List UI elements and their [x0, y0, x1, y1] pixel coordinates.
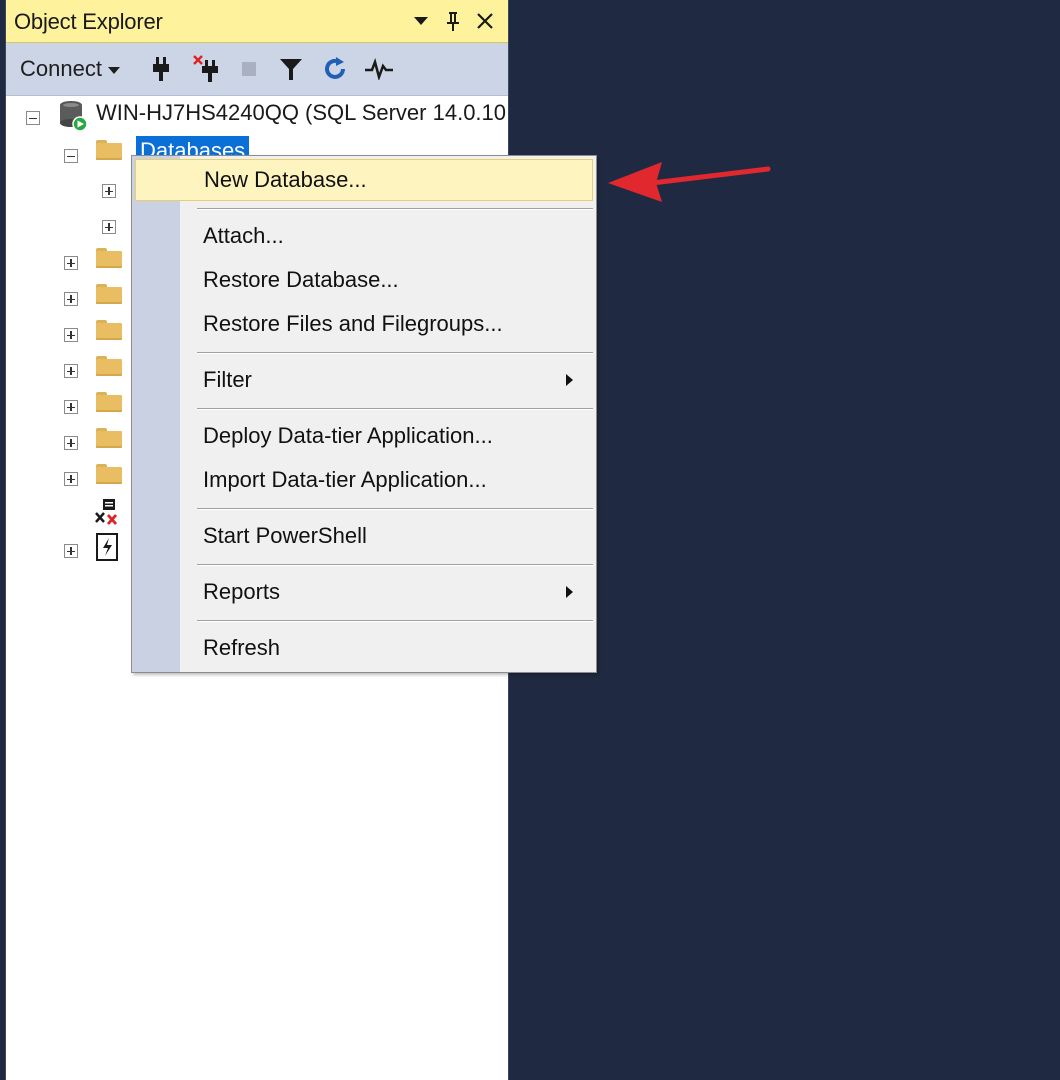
- object-explorer-toolbar: Connect: [6, 43, 508, 96]
- menu-item-label: Deploy Data-tier Application...: [203, 423, 493, 448]
- panel-title: Object Explorer: [14, 9, 163, 34]
- submenu-arrow-icon: [566, 374, 573, 386]
- plug-icon: [153, 57, 169, 81]
- expand-toggle[interactable]: [64, 472, 78, 486]
- filter-button[interactable]: [276, 54, 306, 84]
- triangle-down-icon: [414, 17, 428, 25]
- expand-toggle[interactable]: [102, 184, 116, 198]
- xevent-profiler-icon: [96, 533, 118, 561]
- connect-label: Connect: [20, 56, 102, 81]
- disconnect-plug-icon: [193, 55, 218, 82]
- activity-monitor-icon: [365, 58, 393, 80]
- expand-toggle[interactable]: [64, 292, 78, 306]
- folder-icon: [96, 320, 122, 340]
- annotation-arrow-icon: [608, 162, 771, 202]
- menu-item-label: Import Data-tier Application...: [203, 467, 487, 492]
- menu-separator: [197, 352, 593, 354]
- window-options-button[interactable]: [408, 6, 434, 36]
- menu-item-refresh[interactable]: Refresh: [135, 627, 593, 669]
- menu-item-label: Restore Database...: [203, 267, 399, 292]
- expand-toggle[interactable]: [64, 544, 78, 558]
- sql-agent-stopped-icon: [95, 499, 118, 525]
- menu-item-restore-database[interactable]: Restore Database...: [135, 259, 593, 301]
- stop-button[interactable]: [234, 54, 264, 84]
- folder-icon: [96, 248, 122, 268]
- databases-collapse-toggle[interactable]: [64, 149, 78, 163]
- menu-item-label: Attach...: [203, 223, 284, 248]
- menu-separator: [197, 508, 593, 510]
- activity-monitor-button[interactable]: [364, 54, 394, 84]
- menu-separator: [197, 208, 593, 210]
- menu-item-restore-files-filegroups[interactable]: Restore Files and Filegroups...: [135, 303, 593, 345]
- folder-icon: [96, 428, 122, 448]
- refresh-icon: [325, 57, 345, 79]
- menu-item-filter[interactable]: Filter: [135, 359, 593, 401]
- folder-icon: [96, 392, 122, 412]
- stop-icon: [242, 62, 256, 76]
- chevron-down-icon: [107, 66, 120, 74]
- menu-item-deploy-data-tier[interactable]: Deploy Data-tier Application...: [135, 415, 593, 457]
- menu-item-new-database[interactable]: New Database...: [135, 159, 593, 201]
- menu-item-label: Filter: [203, 367, 252, 392]
- menu-separator: [197, 408, 593, 410]
- expand-toggle[interactable]: [64, 436, 78, 450]
- expand-toggle[interactable]: [64, 256, 78, 270]
- close-button[interactable]: [472, 6, 498, 36]
- menu-item-start-powershell[interactable]: Start PowerShell: [135, 515, 593, 557]
- expand-toggle[interactable]: [102, 220, 116, 234]
- expand-toggle[interactable]: [64, 328, 78, 342]
- menu-separator: [197, 564, 593, 566]
- folder-icon: [96, 140, 122, 160]
- menu-item-label: Reports: [203, 579, 281, 604]
- menu-item-attach[interactable]: Attach...: [135, 215, 593, 257]
- object-explorer-titlebar: Object Explorer: [6, 0, 508, 43]
- server-node-label[interactable]: WIN-HJ7HS4240QQ (SQL Server 14.0.10: [96, 100, 506, 126]
- menu-item-label: New Database...: [204, 167, 367, 192]
- menu-item-label: Refresh: [203, 635, 281, 660]
- connect-button[interactable]: [146, 54, 176, 84]
- server-collapse-toggle[interactable]: [26, 111, 40, 125]
- folder-icon: [96, 356, 122, 376]
- menu-item-reports[interactable]: Reports: [135, 571, 593, 613]
- menu-item-label: Start PowerShell: [203, 523, 367, 548]
- refresh-button[interactable]: [320, 54, 350, 84]
- disconnect-button[interactable]: [192, 54, 222, 84]
- filter-icon: [280, 59, 302, 80]
- databases-context-menu: New Database... Attach... Restore Databa…: [131, 155, 597, 673]
- menu-separator: [197, 620, 593, 622]
- pin-button[interactable]: [440, 6, 466, 36]
- folder-icon: [96, 464, 122, 484]
- close-icon: [477, 13, 493, 29]
- expand-toggle[interactable]: [64, 364, 78, 378]
- connect-dropdown-button[interactable]: Connect: [14, 54, 126, 84]
- menu-item-label: Restore Files and Filegroups...: [203, 311, 503, 336]
- folder-icon: [96, 284, 122, 304]
- pin-icon: [447, 12, 459, 31]
- expand-toggle[interactable]: [64, 400, 78, 414]
- server-database-icon: [60, 101, 88, 132]
- submenu-arrow-icon: [566, 586, 573, 598]
- menu-item-import-data-tier[interactable]: Import Data-tier Application...: [135, 459, 593, 501]
